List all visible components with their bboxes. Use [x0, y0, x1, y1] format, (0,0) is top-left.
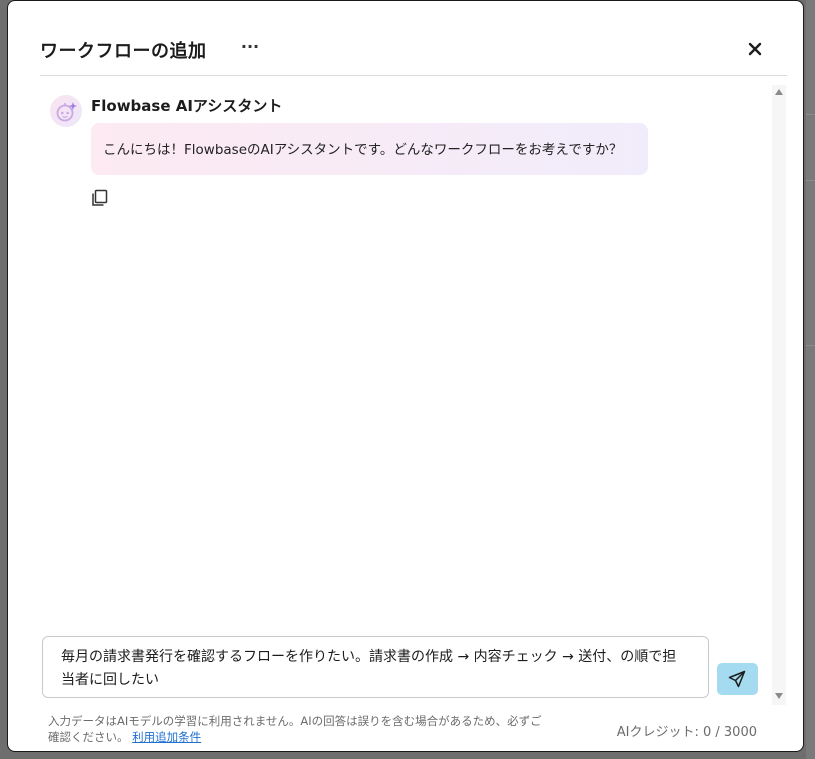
page-backdrop	[806, 0, 815, 759]
prompt-input[interactable]: 毎月の請求書発行を確認するフローを作りたい。請求書の作成 → 内容チェック → …	[42, 636, 709, 698]
scroll-up-arrow-icon[interactable]	[775, 89, 783, 95]
robot-sparkle-icon	[56, 102, 77, 122]
assistant-message-bubble: こんにちは！FlowbaseのAIアシスタントです。どんなワークフローをお考えで…	[91, 123, 648, 175]
chat-message-area: Flowbase AIアシスタント こんにちは！FlowbaseのAIアシスタン…	[40, 85, 770, 625]
assistant-name: Flowbase AIアシスタント	[91, 97, 283, 115]
more-options-button[interactable]: ···	[238, 35, 262, 59]
disclaimer-line-2-text: 確認ください。	[48, 730, 129, 744]
dialog-header: ワークフローの追加 ···	[40, 31, 787, 76]
copy-icon	[92, 189, 108, 206]
ai-disclaimer: 入力データはAIモデルの学習に利用されません。AIの回答は誤りを含む場合があるた…	[48, 713, 588, 745]
ai-credits-counter: AIクレジット: 0 / 3000	[616, 725, 757, 740]
terms-link[interactable]: 利用追加条件	[132, 730, 201, 744]
disclaimer-line-2: 確認ください。 利用追加条件	[48, 729, 588, 745]
chat-scrollbar[interactable]	[772, 85, 786, 705]
send-icon	[728, 670, 746, 688]
send-button[interactable]	[717, 663, 758, 695]
dialog-title: ワークフローの追加	[40, 41, 207, 62]
close-icon	[748, 42, 762, 56]
scroll-down-arrow-icon[interactable]	[775, 693, 783, 699]
prompt-input-line-1: 毎月の請求書発行を確認するフローを作りたい。請求書の作成 → 内容チェック → …	[61, 649, 677, 665]
assistant-avatar	[50, 95, 82, 127]
disclaimer-line-1: 入力データはAIモデルの学習に利用されません。AIの回答は誤りを含む場合があるた…	[48, 714, 542, 728]
copy-message-button[interactable]	[91, 189, 109, 207]
close-button[interactable]	[743, 37, 767, 61]
prompt-input-line-2: 当者に回したい	[61, 672, 159, 688]
add-workflow-dialog: ワークフローの追加 ··· Flowbase AIアシスタント こんにちは！Fl…	[7, 0, 804, 752]
